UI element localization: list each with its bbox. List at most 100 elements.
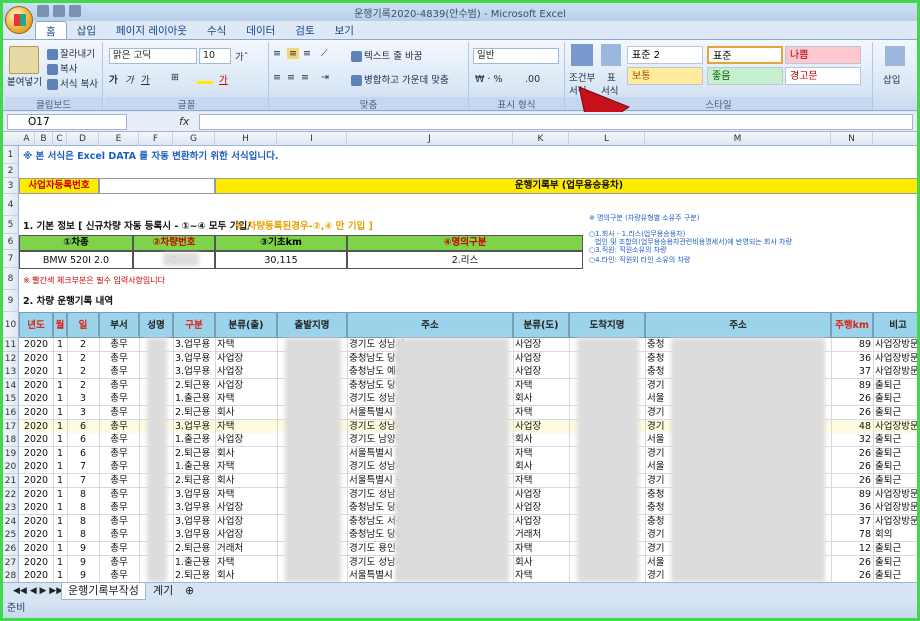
- table-cell[interactable]: 사업장: [217, 433, 275, 447]
- info-value-v1[interactable]: BMW 520I 2.0: [19, 251, 133, 269]
- format-painter-button[interactable]: 서식 복사: [47, 76, 98, 90]
- table-cell[interactable]: 자택: [515, 379, 567, 393]
- row-header-26[interactable]: 26: [3, 542, 19, 556]
- row-header-5[interactable]: 5: [3, 216, 19, 234]
- table-cell[interactable]: 6: [69, 447, 97, 461]
- tab-4[interactable]: 데이터: [236, 21, 285, 39]
- save-icon[interactable]: [37, 5, 49, 17]
- table-cell[interactable]: 89: [833, 379, 871, 393]
- row-header-8[interactable]: 8: [3, 268, 19, 290]
- row-header-2[interactable]: 2: [3, 164, 19, 178]
- style-standard[interactable]: 표준: [707, 46, 783, 64]
- table-cell[interactable]: 총무: [101, 433, 137, 447]
- row-header-28[interactable]: 28: [3, 569, 19, 582]
- table-cell[interactable]: 총무: [101, 501, 137, 515]
- table-cell[interactable]: 2.퇴근용: [175, 542, 213, 556]
- table-cell[interactable]: 1.출근용: [175, 460, 213, 474]
- table-cell[interactable]: 1: [55, 569, 65, 582]
- table-cell[interactable]: 자택: [217, 392, 275, 406]
- table-cell[interactable]: 총무: [101, 352, 137, 366]
- table-cell[interactable]: 회의: [875, 528, 917, 542]
- style-bad[interactable]: 나쁨: [785, 46, 861, 64]
- table-cell[interactable]: 2020: [21, 488, 51, 502]
- column-header-N[interactable]: N: [831, 132, 873, 146]
- table-cell[interactable]: 사업장방문: [875, 338, 917, 352]
- table-cell[interactable]: 총무: [101, 447, 137, 461]
- table-cell[interactable]: 2020: [21, 365, 51, 379]
- align-right-icon[interactable]: ≡: [301, 72, 309, 83]
- table-cell[interactable]: 1: [55, 488, 65, 502]
- column-header-A[interactable]: A: [19, 132, 35, 146]
- table-cell[interactable]: 출퇴근: [875, 447, 917, 461]
- table-cell[interactable]: 사업장방문: [875, 352, 917, 366]
- table-cell[interactable]: 78: [833, 528, 871, 542]
- table-cell[interactable]: 자택: [217, 488, 275, 502]
- align-center-icon[interactable]: ≡: [287, 72, 295, 83]
- table-cell[interactable]: 자택: [515, 406, 567, 420]
- name-box[interactable]: O17: [7, 114, 127, 130]
- currency-icon[interactable]: ₩ · %: [475, 74, 502, 85]
- table-cell[interactable]: 1: [55, 406, 65, 420]
- table-cell[interactable]: 출퇴근: [875, 406, 917, 420]
- table-cell[interactable]: 자택: [217, 338, 275, 352]
- table-cell[interactable]: 26: [833, 406, 871, 420]
- tab-1[interactable]: 삽입: [67, 21, 106, 39]
- tab-5[interactable]: 검토: [285, 21, 324, 39]
- table-cell[interactable]: 사업장방문: [875, 488, 917, 502]
- table-cell[interactable]: 사업장: [515, 515, 567, 529]
- table-cell[interactable]: 출퇴근: [875, 392, 917, 406]
- table-cell[interactable]: 9: [69, 542, 97, 556]
- table-cell[interactable]: 자택: [217, 420, 275, 434]
- table-cell[interactable]: 1: [55, 556, 65, 570]
- conditional-format-button[interactable]: 조건부: [569, 70, 595, 84]
- table-cell[interactable]: 3: [69, 392, 97, 406]
- table-cell[interactable]: 1: [55, 338, 65, 352]
- table-cell[interactable]: 48: [833, 420, 871, 434]
- table-cell[interactable]: 총무: [101, 392, 137, 406]
- table-format-button[interactable]: 표: [607, 70, 616, 84]
- table-cell[interactable]: 2020: [21, 542, 51, 556]
- table-cell[interactable]: 회사: [515, 392, 567, 406]
- table-cell[interactable]: 2020: [21, 460, 51, 474]
- table-cell[interactable]: 회사: [217, 474, 275, 488]
- table-cell[interactable]: 사업장: [217, 365, 275, 379]
- table-cell[interactable]: 사업장방문: [875, 420, 917, 434]
- table-cell[interactable]: 8: [69, 488, 97, 502]
- table-cell[interactable]: 총무: [101, 420, 137, 434]
- table-cell[interactable]: 사업장방문: [875, 365, 917, 379]
- table-cell[interactable]: 37: [833, 515, 871, 529]
- table-cell[interactable]: 1: [55, 420, 65, 434]
- wrap-text-button[interactable]: 텍스트 줄 바꿈: [351, 48, 422, 62]
- table-cell[interactable]: 6: [69, 433, 97, 447]
- info-value-v4[interactable]: 2.리스: [347, 251, 583, 269]
- column-header-G[interactable]: G: [173, 132, 215, 146]
- table-cell[interactable]: 12: [833, 542, 871, 556]
- row-header-3[interactable]: 3: [3, 178, 19, 194]
- cut-button[interactable]: 잘라내기: [47, 46, 95, 60]
- table-cell[interactable]: 26: [833, 569, 871, 582]
- table-cell[interactable]: 총무: [101, 406, 137, 420]
- table-cell[interactable]: 2020: [21, 501, 51, 515]
- italic-button[interactable]: 가: [125, 72, 134, 86]
- row-header-19[interactable]: 19: [3, 446, 19, 461]
- table-cell[interactable]: 사업장방문: [875, 515, 917, 529]
- new-sheet-icon[interactable]: ⊕: [179, 583, 200, 600]
- table-cell[interactable]: 자택: [515, 569, 567, 582]
- font-size-select[interactable]: 10: [199, 48, 231, 64]
- table-cell[interactable]: 출퇴근: [875, 542, 917, 556]
- table-cell[interactable]: 2020: [21, 556, 51, 570]
- column-header-F[interactable]: F: [139, 132, 173, 146]
- table-cell[interactable]: 7: [69, 474, 97, 488]
- table-cell[interactable]: 1: [55, 515, 65, 529]
- table-cell[interactable]: 2020: [21, 515, 51, 529]
- table-cell[interactable]: 2020: [21, 474, 51, 488]
- copy-button[interactable]: 복사: [47, 61, 77, 75]
- table-cell[interactable]: 1: [55, 379, 65, 393]
- table-cell[interactable]: 총무: [101, 460, 137, 474]
- sheet-nav-icon[interactable]: ◀◀ ◀ ▶ ▶▶: [7, 583, 69, 600]
- table-cell[interactable]: 2: [69, 338, 97, 352]
- table-cell[interactable]: 9: [69, 569, 97, 582]
- row-header-14[interactable]: 14: [3, 378, 19, 393]
- column-header-B[interactable]: B: [35, 132, 53, 146]
- table-cell[interactable]: 3.업무용: [175, 365, 213, 379]
